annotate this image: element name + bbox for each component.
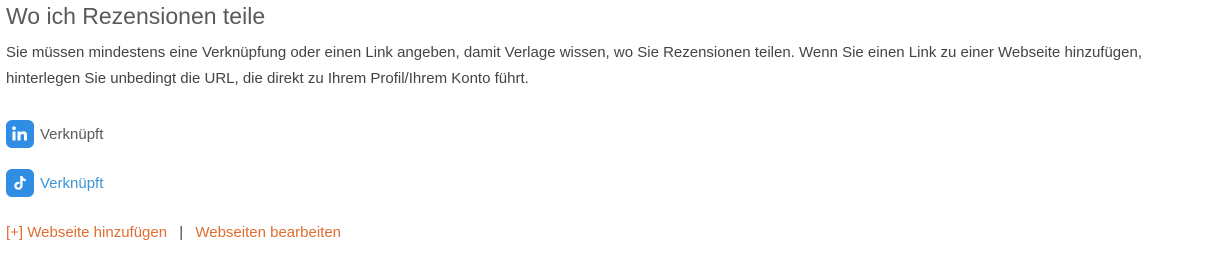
linkedin-status: Verknüpft <box>40 125 104 143</box>
section-description: Sie müssen mindestens eine Verknüpfung o… <box>6 44 1143 87</box>
tiktok-status-link[interactable]: Verknüpft <box>40 175 103 192</box>
tiktok-icon <box>6 169 34 197</box>
add-website-link[interactable]: [+] Webseite hinzufügen <box>6 224 167 241</box>
website-actions: [+] Webseite hinzufügen | Webseiten bear… <box>6 223 1210 243</box>
linkedin-row: Verknüpft <box>6 119 1210 149</box>
tiktok-row: Verknüpft <box>6 168 1210 198</box>
review-sharing-section: Wo ich Rezensionen teile Sie müssen mind… <box>0 0 1216 243</box>
section-title: Wo ich Rezensionen teile <box>6 3 266 29</box>
edit-websites-link[interactable]: Webseiten bearbeiten <box>195 224 341 241</box>
actions-separator: | <box>179 224 184 241</box>
linkedin-icon <box>6 120 34 148</box>
